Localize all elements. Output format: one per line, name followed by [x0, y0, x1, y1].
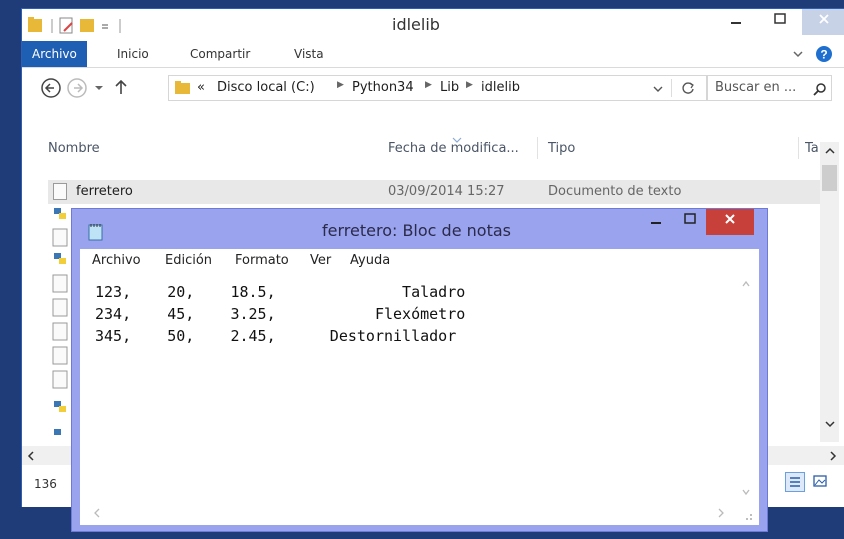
close-icon	[819, 14, 829, 24]
close-button[interactable]	[802, 9, 844, 35]
notepad-menubar: Archivo Edición Formato Ver Ayuda	[80, 249, 759, 273]
column-nombre[interactable]: Nombre	[48, 141, 100, 156]
file-row-ferretero[interactable]: ferretero 03/09/2014 15:27 Documento de …	[48, 180, 833, 204]
up-icon[interactable]	[114, 78, 128, 96]
column-tipo[interactable]: Tipo	[548, 141, 575, 156]
details-view-icon	[790, 477, 800, 487]
text-line-1[interactable]: 123, 20, 18.5, Taladro	[95, 283, 465, 301]
minimize-icon	[651, 222, 661, 224]
text-line-3[interactable]: 345, 50, 2.45, Destornillador	[95, 327, 456, 345]
ribbon: Archivo Inicio Compartir Vista ?	[22, 41, 844, 68]
maximize-button[interactable]	[758, 9, 802, 35]
scroll-right-icon[interactable]	[716, 507, 726, 519]
file-name[interactable]: ferretero	[76, 184, 133, 199]
tab-compartir[interactable]: Compartir	[190, 41, 250, 67]
crumb-python34[interactable]: Python34	[352, 80, 414, 95]
menu-archivo[interactable]: Archivo	[92, 253, 141, 268]
notepad-text-area[interactable]: 123, 20, 18.5, Taladro 234, 45, 3.25, Fl…	[80, 273, 759, 525]
resize-grip-icon[interactable]	[741, 509, 753, 521]
file-date: 03/09/2014 15:27	[388, 184, 505, 199]
item-count: 136	[34, 477, 57, 491]
menu-ayuda[interactable]: Ayuda	[350, 253, 390, 268]
file-icons-column	[52, 208, 68, 435]
search-box[interactable]: Buscar en ...	[706, 75, 832, 101]
maximize-icon	[684, 213, 696, 224]
crumb-lib[interactable]: Lib	[440, 80, 459, 95]
notepad-title: ferretero: Bloc de notas	[322, 221, 511, 240]
refresh-icon[interactable]	[681, 81, 695, 95]
column-tamano[interactable]: Ta	[805, 141, 820, 156]
address-overflow[interactable]: «	[197, 80, 205, 95]
python-file-icon	[54, 208, 66, 219]
large-icons-view-button[interactable]	[811, 472, 831, 492]
menu-edicion[interactable]: Edición	[165, 253, 212, 268]
scroll-down-icon[interactable]	[741, 487, 751, 497]
folder-icon	[175, 81, 190, 94]
search-placeholder: Buscar en ...	[715, 80, 797, 95]
text-line-2[interactable]: 234, 45, 3.25, Flexómetro	[95, 305, 465, 323]
back-icon[interactable]	[40, 77, 62, 99]
menu-ver[interactable]: Ver	[310, 253, 331, 268]
search-icon[interactable]	[813, 82, 827, 96]
chevron-down-icon[interactable]	[792, 48, 804, 60]
tab-archivo[interactable]: Archivo	[22, 41, 87, 67]
notepad-icon	[88, 224, 103, 241]
crumb-idlelib[interactable]: idlelib	[481, 80, 520, 95]
tab-vista[interactable]: Vista	[294, 41, 324, 67]
scroll-down-icon[interactable]	[824, 419, 836, 429]
explorer-title: idlelib	[392, 15, 440, 34]
forward-icon[interactable]	[66, 77, 88, 99]
file-type: Documento de texto	[548, 184, 682, 199]
maximize-icon	[774, 13, 786, 24]
crumb-disco-local[interactable]: Disco local (C:)	[217, 80, 315, 95]
details-view-button[interactable]	[785, 472, 805, 492]
minimize-icon	[731, 22, 741, 24]
address-dropdown-icon[interactable]	[653, 84, 663, 94]
svg-text:?: ?	[820, 48, 827, 62]
scroll-left-icon[interactable]	[92, 507, 102, 519]
scroll-up-icon[interactable]	[824, 146, 836, 156]
column-fecha[interactable]: Fecha de modifica...	[388, 141, 519, 156]
tab-inicio[interactable]: Inicio	[117, 41, 149, 67]
explorer-titlebar: idlelib	[22, 9, 844, 41]
scroll-right-icon[interactable]	[828, 450, 838, 462]
help-icon[interactable]: ?	[815, 45, 833, 63]
text-file-icon	[53, 183, 67, 200]
scroll-up-icon[interactable]	[741, 279, 751, 289]
menu-formato[interactable]: Formato	[235, 253, 289, 268]
quick-access-toolbar[interactable]	[28, 17, 168, 35]
address-bar[interactable]: « Disco local (C:) ▶ Python34 ▶ Lib ▶ id…	[168, 75, 708, 101]
recent-locations-icon[interactable]	[94, 83, 104, 93]
scroll-left-icon[interactable]	[26, 450, 36, 462]
scrollbar-thumb[interactable]	[822, 165, 837, 191]
navigation-bar: « Disco local (C:) ▶ Python34 ▶ Lib ▶ id…	[22, 67, 844, 111]
notepad-window: ferretero: Bloc de notas Archivo Edición…	[71, 208, 768, 532]
close-icon	[725, 214, 735, 224]
notepad-close-button[interactable]	[706, 209, 754, 235]
large-icons-view-icon	[813, 475, 827, 487]
minimize-button[interactable]	[714, 9, 758, 35]
